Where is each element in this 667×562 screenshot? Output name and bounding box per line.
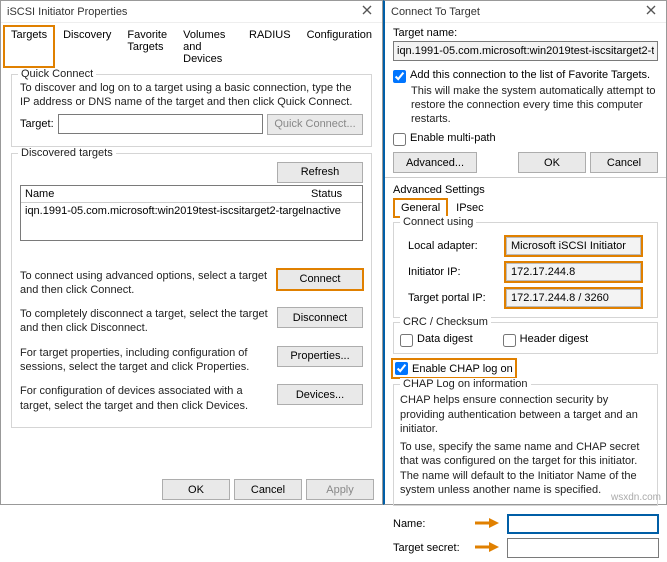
titlebar-left: iSCSI Initiator Properties	[1, 1, 382, 23]
target-name-cell: iqn.1991-05.com.microsoft:win2019test-is…	[25, 205, 303, 217]
connect-help: To connect using advanced options, selec…	[20, 269, 271, 298]
discovered-targets-group: Discovered targets Refresh Name Status i…	[11, 153, 372, 428]
portal-ip-value[interactable]: 172.17.244.8 / 3260	[506, 289, 641, 307]
target-status-cell: Inactive	[303, 205, 358, 217]
discovered-title: Discovered targets	[18, 147, 116, 159]
local-adapter-label: Local adapter:	[408, 240, 498, 252]
chap-help2: To use, specify the same name and CHAP s…	[400, 440, 651, 497]
multipath-label: Enable multi-path	[410, 132, 496, 144]
arrow-icon	[475, 541, 503, 556]
advanced-button[interactable]: Advanced...	[393, 152, 477, 173]
data-digest-checkbox[interactable]	[400, 334, 413, 347]
refresh-button[interactable]: Refresh	[277, 162, 363, 183]
chap-group: CHAP Log on information CHAP helps ensur…	[393, 384, 658, 506]
crc-group: CRC / Checksum Data digest Header digest	[393, 322, 658, 354]
cancel-button[interactable]: Cancel	[234, 479, 302, 500]
watermark: wsxdn.com	[611, 492, 661, 503]
cancel-button-right[interactable]: Cancel	[590, 152, 658, 173]
quick-connect-title: Quick Connect	[18, 68, 96, 80]
connect-using-title: Connect using	[400, 216, 476, 228]
connect-using-group: Connect using Local adapter: Microsoft i…	[393, 222, 658, 318]
target-name-label: Target name:	[393, 27, 658, 39]
target-label: Target:	[20, 118, 54, 130]
header-digest-checkbox[interactable]	[503, 334, 516, 347]
target-input[interactable]	[58, 114, 263, 134]
add-favorite-help: This will make the system automatically …	[393, 85, 658, 126]
tab-discovery[interactable]: Discovery	[55, 25, 119, 68]
connect-to-target-dialog: Connect To Target Target name: Add this …	[383, 0, 667, 505]
enable-chap-label: Enable CHAP log on	[412, 363, 513, 375]
properties-help: For target properties, including configu…	[20, 346, 271, 375]
add-favorite-label: Add this connection to the list of Favor…	[410, 69, 650, 81]
devices-button[interactable]: Devices...	[277, 384, 363, 405]
table-row[interactable]: iqn.1991-05.com.microsoft:win2019test-is…	[21, 203, 362, 219]
disconnect-button[interactable]: Disconnect	[277, 307, 363, 328]
chap-secret-input[interactable]	[507, 538, 659, 558]
ok-button[interactable]: OK	[162, 479, 230, 500]
advanced-settings-title: Advanced Settings	[385, 178, 666, 196]
tab-volumes-devices[interactable]: Volumes and Devices	[175, 25, 241, 68]
initiator-ip-value[interactable]: 172.17.244.8	[506, 263, 641, 281]
quick-connect-help: To discover and log on to a target using…	[20, 81, 363, 110]
data-digest-label: Data digest	[417, 333, 473, 345]
tab-configuration[interactable]: Configuration	[299, 25, 380, 68]
multipath-checkbox[interactable]	[393, 133, 406, 146]
chap-secret-label: Target secret:	[393, 542, 471, 554]
col-status-header[interactable]: Status	[307, 186, 362, 202]
target-name-field[interactable]	[393, 41, 658, 61]
tabs-left: Targets Discovery Favorite Targets Volum…	[1, 23, 382, 68]
initiator-ip-label: Initiator IP:	[408, 266, 498, 278]
arrow-icon	[475, 517, 503, 532]
enable-chap-checkbox[interactable]	[395, 362, 408, 375]
tab-radius[interactable]: RADIUS	[241, 25, 299, 68]
chap-group-title: CHAP Log on information	[400, 378, 531, 390]
ok-button-right[interactable]: OK	[518, 152, 586, 173]
tab-favorite-targets[interactable]: Favorite Targets	[119, 25, 175, 68]
quick-connect-button[interactable]: Quick Connect...	[267, 114, 363, 135]
iscsi-initiator-dialog: iSCSI Initiator Properties Targets Disco…	[0, 0, 383, 505]
col-name-header[interactable]: Name	[21, 186, 307, 202]
apply-button[interactable]: Apply	[306, 479, 374, 500]
close-icon[interactable]	[636, 1, 666, 23]
tab-general[interactable]: General	[393, 198, 448, 218]
header-digest-label: Header digest	[520, 333, 589, 345]
discovered-list[interactable]: Name Status iqn.1991-05.com.microsoft:wi…	[20, 185, 363, 241]
close-icon[interactable]	[352, 1, 382, 23]
disconnect-help: To completely disconnect a target, selec…	[20, 307, 271, 336]
titlebar-right: Connect To Target	[385, 1, 666, 23]
chap-name-input[interactable]	[507, 514, 659, 534]
tab-targets[interactable]: Targets	[3, 25, 55, 68]
local-adapter-value[interactable]: Microsoft iSCSI Initiator	[506, 237, 641, 255]
quick-connect-group: Quick Connect To discover and log on to …	[11, 74, 372, 147]
devices-help: For configuration of devices associated …	[20, 384, 271, 413]
chap-name-label: Name:	[393, 518, 471, 530]
tab-ipsec[interactable]: IPsec	[448, 198, 492, 218]
portal-ip-label: Target portal IP:	[408, 292, 498, 304]
crc-title: CRC / Checksum	[400, 316, 491, 328]
dialog-title: iSCSI Initiator Properties	[7, 6, 127, 18]
properties-button[interactable]: Properties...	[277, 346, 363, 367]
chap-help1: CHAP helps ensure connection security by…	[400, 393, 651, 436]
dialog-title-right: Connect To Target	[391, 6, 480, 18]
add-favorite-checkbox[interactable]	[393, 70, 406, 83]
connect-button[interactable]: Connect	[277, 269, 363, 290]
